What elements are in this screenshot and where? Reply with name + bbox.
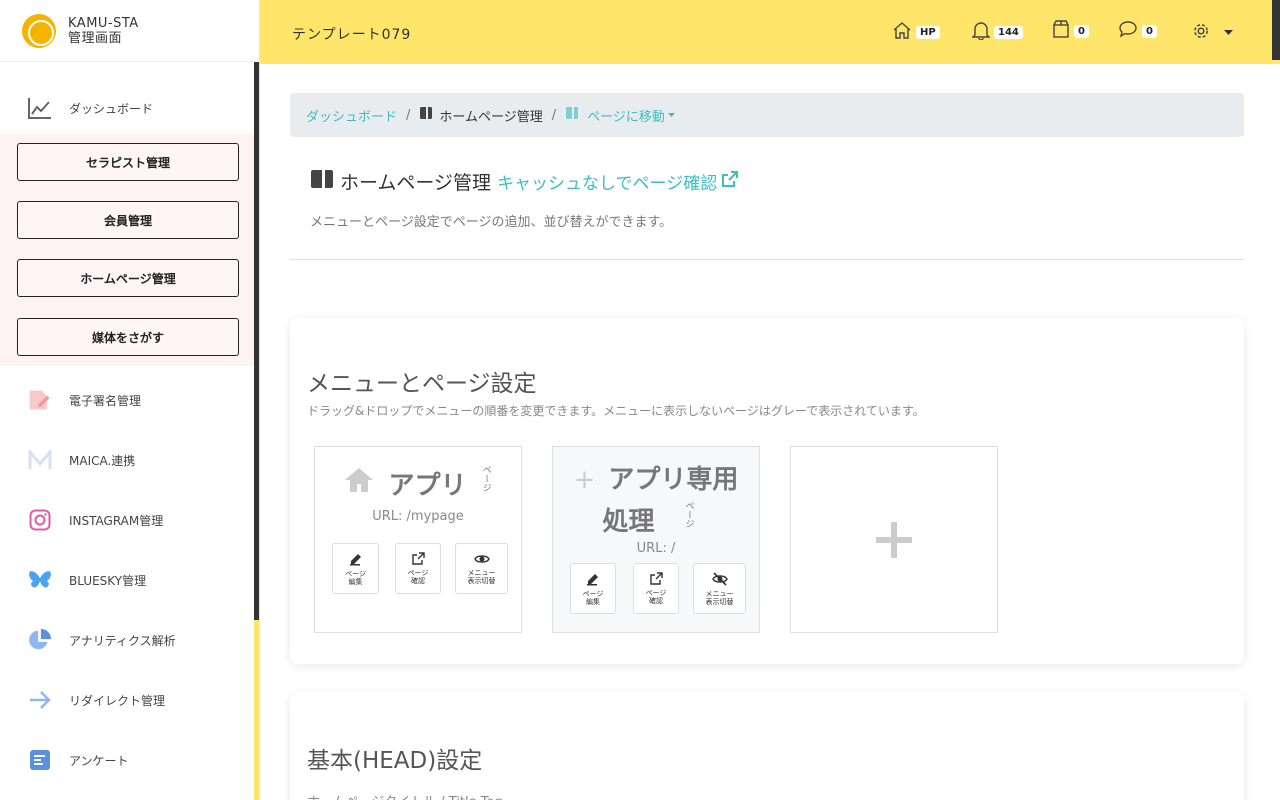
breadcrumb-dashboard-link[interactable]: ダッシュボード xyxy=(306,106,397,125)
page-card-title: アプリ専用 xyxy=(608,465,739,495)
sidebar-item-label: アナリティクス解析 xyxy=(69,633,176,648)
page-card-title: アプリ xyxy=(388,471,467,501)
sidebar-item-instagram[interactable]: INSTAGRAM管理 xyxy=(0,492,254,548)
sidebar-item-label: リダイレクト管理 xyxy=(69,693,166,708)
page-url: URL: /mypage xyxy=(372,509,464,524)
plus-icon: + xyxy=(573,465,596,495)
signature-icon xyxy=(28,388,52,412)
page-url: URL: / xyxy=(636,541,676,556)
edit-page-button[interactable]: ページ 編集 xyxy=(332,543,379,594)
home-icon xyxy=(343,466,375,501)
view-page-button[interactable]: ページ 確認 xyxy=(633,563,679,614)
divider xyxy=(290,259,1244,260)
external-link-icon[interactable] xyxy=(721,170,739,193)
page-jump-dropdown[interactable]: ページに移動 xyxy=(587,106,665,125)
hp-button[interactable]: HP xyxy=(892,20,940,44)
book-open-icon xyxy=(565,106,579,124)
toggle-menu-visibility-button[interactable]: メニュー 表示切替 xyxy=(693,563,746,614)
maica-m-icon xyxy=(28,448,52,472)
sidebar-item-label: アンケート xyxy=(69,753,129,768)
sidebar-item-esign[interactable]: 電子署名管理 xyxy=(0,372,254,428)
box-count: 0 xyxy=(1074,24,1089,38)
page-card-app[interactable]: アプリ ページ URL: /mypage ページ 編集 ページ 確認 メニュー … xyxy=(314,446,522,633)
section-heading: 基本(HEAD)設定 xyxy=(307,748,483,774)
section-description: ドラッグ&ドロップでメニューの順番を変更できます。メニューに表示しないページはグ… xyxy=(307,404,925,418)
brand-logo-icon xyxy=(22,13,56,48)
instagram-icon xyxy=(28,508,52,532)
eye-icon xyxy=(473,554,490,563)
caret-down-icon[interactable] xyxy=(667,107,675,122)
external-link-icon xyxy=(411,552,425,565)
breadcrumb-current: ホームページ管理 xyxy=(439,109,543,125)
arrow-right-icon xyxy=(28,688,52,712)
site-title: テンプレート079 xyxy=(292,27,412,43)
notifications-button[interactable]: 144 xyxy=(971,20,1023,44)
pie-chart-icon xyxy=(28,628,52,652)
book-icon xyxy=(310,169,334,194)
sidebar-item-media[interactable]: 媒体をさがす xyxy=(17,318,239,356)
section-heading: メニューとページ設定 xyxy=(307,371,537,397)
page-card-title-line2: 処理 xyxy=(602,507,655,537)
home-icon xyxy=(892,20,912,44)
chat-icon xyxy=(1118,20,1138,42)
chevron-down-icon xyxy=(1224,21,1233,40)
edit-icon xyxy=(349,553,361,565)
sidebar-item-members[interactable]: 会員管理 xyxy=(17,201,239,239)
message-count: 0 xyxy=(1142,24,1157,38)
sidebar-item-bluesky[interactable]: BLUESKY管理 xyxy=(0,552,254,608)
sidebar-item-label: 電子署名管理 xyxy=(69,393,142,408)
page-title: ホームページ管理 xyxy=(340,172,492,194)
external-link-icon xyxy=(649,572,663,585)
brand-name: KAMU-STA xyxy=(68,15,139,31)
sidebar-item-survey[interactable]: アンケート xyxy=(0,732,254,788)
sidebar-item-maica[interactable]: MAICA.連携 xyxy=(0,432,254,488)
sidebar-item-label: MAICA.連携 xyxy=(69,453,136,468)
view-page-button[interactable]: ページ 確認 xyxy=(395,543,441,594)
sidebar-item-therapist[interactable]: セラピスト管理 xyxy=(17,143,239,181)
no-cache-preview-link[interactable]: キャッシュなしでページ確認 xyxy=(497,169,717,194)
plus-icon xyxy=(876,521,912,558)
add-page-button[interactable] xyxy=(790,446,998,633)
top-header: テンプレート079 HP 144 0 0 xyxy=(260,0,1280,64)
header-scroll-edge xyxy=(1272,0,1280,60)
page-heading: ホームページ管理 キャッシュなしでページ確認 xyxy=(310,168,739,195)
box-icon xyxy=(1052,20,1070,42)
hp-badge: HP xyxy=(916,25,940,39)
sidebar-item-label: BLUESKY管理 xyxy=(69,573,147,588)
field-label: ホームページタイトル / Title Tag xyxy=(307,791,503,800)
edit-page-button[interactable]: ページ 編集 xyxy=(570,563,616,614)
breadcrumb: ダッシュボード / ホームページ管理 / ページに移動 xyxy=(290,93,1244,137)
messages-button[interactable]: 0 xyxy=(1118,20,1157,42)
settings-dropdown[interactable] xyxy=(1192,22,1233,44)
eye-slash-icon xyxy=(711,571,728,586)
box-button[interactable]: 0 xyxy=(1052,20,1089,42)
sidebar-item-dashboard[interactable]: ダッシュボード xyxy=(0,80,254,136)
sidebar-item-homepage[interactable]: ホームページ管理 xyxy=(17,259,239,297)
survey-icon xyxy=(28,748,52,772)
sidebar-item-label: INSTAGRAM管理 xyxy=(69,513,164,528)
page-kind-label: ページ xyxy=(480,465,491,492)
sidebar-submenu: セラピスト管理 会員管理 ホームページ管理 媒体をさがす xyxy=(0,134,254,366)
sidebar-item-redirect[interactable]: リダイレクト管理 xyxy=(0,672,254,728)
gear-icon xyxy=(1192,22,1210,44)
bell-icon xyxy=(971,20,991,44)
page-subtitle: メニューとページ設定でページの追加、並び替えができます。 xyxy=(310,215,673,230)
head-settings-card: 基本(HEAD)設定 ホームページタイトル / Title Tag xyxy=(290,692,1244,800)
sidebar: KAMU-STA 管理画面 ダッシュボード セラピスト管理 会員管理 ホームペー… xyxy=(0,0,260,800)
brand-subtitle: 管理画面 xyxy=(68,30,123,46)
toggle-menu-visibility-button[interactable]: メニュー 表示切替 xyxy=(455,543,508,594)
sidebar-item-analytics[interactable]: アナリティクス解析 xyxy=(0,612,254,668)
page-kind-label: ページ xyxy=(683,501,694,528)
butterfly-icon xyxy=(28,568,52,592)
book-icon xyxy=(419,106,433,124)
sidebar-item-label: ダッシュボード xyxy=(69,101,154,116)
brand[interactable]: KAMU-STA 管理画面 xyxy=(0,0,254,62)
chart-line-icon xyxy=(28,96,52,120)
main-content: ダッシュボード / ホームページ管理 / ページに移動 ホームページ管理 キャッ… xyxy=(260,64,1272,800)
edit-icon xyxy=(587,573,598,585)
notification-count: 144 xyxy=(994,25,1023,39)
page-card-app-special[interactable]: + アプリ専用 処理 ページ URL: / ページ 編集 ページ 確認 メニュー… xyxy=(552,446,760,633)
